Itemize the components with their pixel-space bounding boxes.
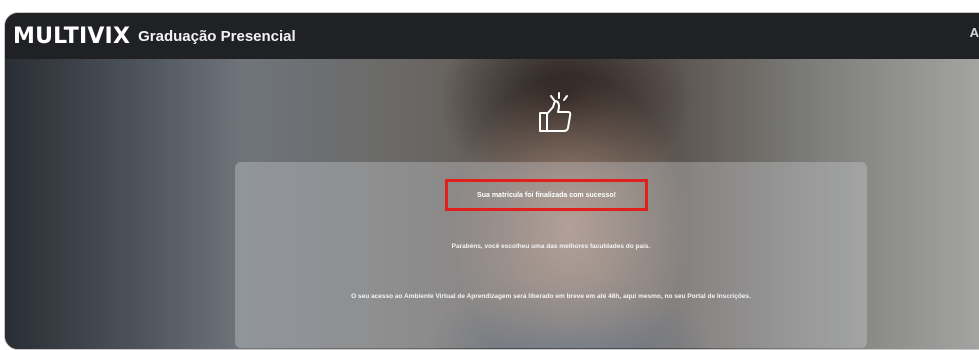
access-info-text: O seu acesso ao Ambiente Virtual de Apre… xyxy=(351,293,751,300)
product-title: Graduação Presencial xyxy=(138,27,296,45)
congrats-text: Parabéns, você escolheu uma das melhores… xyxy=(451,243,651,250)
header-corner-text: A xyxy=(969,25,979,40)
browser-frame: MULTIVIX Graduação Presencial A Sua matr… xyxy=(4,12,979,350)
success-panel: Sua matrícula foi finalizada com sucesso… xyxy=(235,162,867,348)
brand-logo[interactable]: MULTIVIX xyxy=(13,24,130,49)
top-bar: MULTIVIX Graduação Presencial A xyxy=(5,13,979,59)
success-highlight: Sua matrícula foi finalizada com sucesso… xyxy=(445,179,648,211)
thumbs-up-icon xyxy=(539,92,572,132)
success-message: Sua matrícula foi finalizada com sucesso… xyxy=(477,191,616,199)
hero-background: Sua matrícula foi finalizada com sucesso… xyxy=(5,59,979,349)
